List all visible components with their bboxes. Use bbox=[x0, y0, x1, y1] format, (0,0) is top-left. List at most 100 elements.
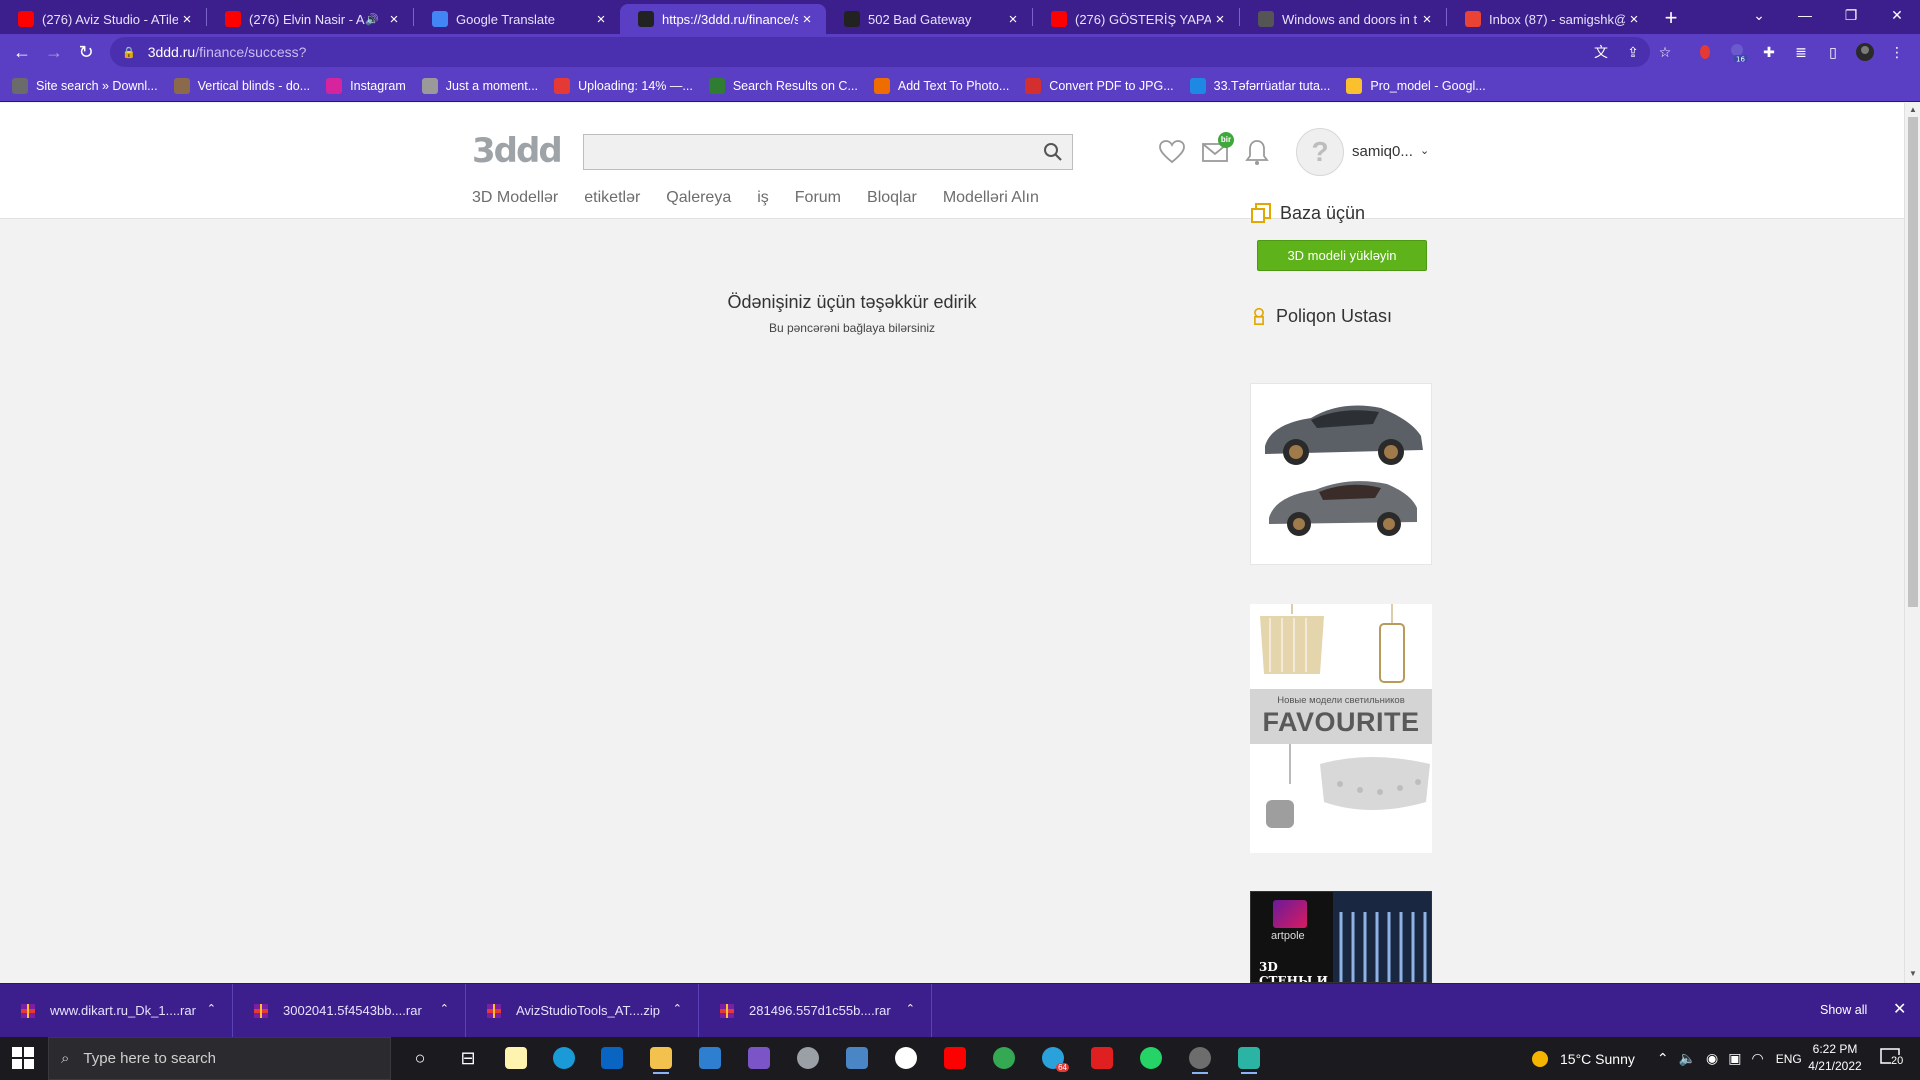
paint-icon[interactable] bbox=[792, 1042, 824, 1074]
notification-center-icon[interactable]: 20 bbox=[1880, 1047, 1906, 1069]
download-options-chevron-icon[interactable]: ⌃ bbox=[673, 1002, 682, 1015]
close-download-shelf-icon[interactable]: ✕ bbox=[1893, 999, 1906, 1019]
close-tab-icon[interactable]: × bbox=[1625, 11, 1643, 28]
chrome-profile-icon[interactable] bbox=[1184, 1042, 1216, 1074]
scroll-up-arrow-icon[interactable]: ▲ bbox=[1905, 105, 1920, 114]
visual-studio-icon[interactable] bbox=[743, 1042, 775, 1074]
tray-device-icon[interactable]: ▣ bbox=[1728, 1050, 1741, 1067]
browser-tab[interactable]: (276) Elvin Nasir - Ata 🔊 × bbox=[207, 4, 413, 34]
ad-favourite-banner[interactable]: Новые модели светильников FAVOURITE bbox=[1250, 604, 1432, 853]
address-bar[interactable]: 🔒 3ddd.ru/finance/success? bbox=[110, 37, 1650, 67]
tray-app-icon[interactable]: ◉ bbox=[1706, 1050, 1718, 1067]
close-tab-icon[interactable]: × bbox=[1004, 11, 1022, 28]
nav-link[interactable]: etiketlər bbox=[584, 189, 640, 207]
bookmark-item[interactable]: Just a moment... bbox=[421, 77, 538, 94]
close-tab-icon[interactable]: × bbox=[798, 11, 816, 28]
sticky-notes-icon[interactable] bbox=[500, 1042, 532, 1074]
forward-button[interactable]: → bbox=[38, 36, 70, 68]
site-logo[interactable]: 3ddd bbox=[472, 131, 563, 171]
maps-icon[interactable] bbox=[890, 1042, 922, 1074]
chevron-down-icon[interactable]: ⌄ bbox=[1420, 144, 1429, 157]
bookmark-item[interactable]: Add Text To Photo... bbox=[873, 77, 1009, 94]
extension-badge-icon[interactable]: 16 bbox=[1726, 41, 1748, 63]
username-label[interactable]: samiq0... bbox=[1352, 143, 1413, 160]
close-window-button[interactable]: ✕ bbox=[1874, 0, 1920, 30]
bookmark-item[interactable]: Convert PDF to JPG... bbox=[1025, 77, 1174, 94]
download-item[interactable]: 281496.557d1c55b....rar ⌃ bbox=[699, 983, 932, 1038]
telegram-icon[interactable]: 64 bbox=[1037, 1042, 1069, 1074]
close-tab-icon[interactable]: × bbox=[385, 11, 403, 28]
chrome-icon[interactable] bbox=[988, 1042, 1020, 1074]
nav-link[interactable]: Bloqlar bbox=[867, 189, 917, 207]
site-search-input[interactable] bbox=[584, 135, 1024, 169]
browser-tab[interactable]: https://3ddd.ru/finance/su × bbox=[620, 4, 826, 34]
download-item[interactable]: 3002041.5f4543bb....rar ⌃ bbox=[233, 983, 466, 1038]
show-all-downloads-link[interactable]: Show all bbox=[1820, 1003, 1867, 1017]
whatsapp-icon[interactable] bbox=[1135, 1042, 1167, 1074]
extension-red-icon[interactable] bbox=[1694, 41, 1716, 63]
nav-link[interactable]: 3D Modellər bbox=[472, 189, 558, 207]
restore-button[interactable]: ❐ bbox=[1828, 0, 1874, 30]
calculator-icon[interactable] bbox=[841, 1042, 873, 1074]
reload-button[interactable]: ↻ bbox=[70, 36, 102, 68]
reading-list-icon[interactable]: ≣ bbox=[1790, 41, 1812, 63]
notifications-bell-icon[interactable] bbox=[1242, 137, 1272, 167]
autocad-icon[interactable] bbox=[1086, 1042, 1118, 1074]
bookmark-item[interactable]: Instagram bbox=[326, 77, 406, 94]
scroll-down-arrow-icon[interactable]: ▼ bbox=[1905, 969, 1920, 978]
weather-text[interactable]: 15°C Sunny bbox=[1560, 1051, 1635, 1067]
favorites-heart-icon[interactable] bbox=[1157, 137, 1187, 167]
tray-chevron-up-icon[interactable]: ⌃ bbox=[1657, 1050, 1669, 1067]
bookmark-item[interactable]: Uploading: 14% —... bbox=[554, 77, 693, 94]
3ds-max-icon[interactable] bbox=[1233, 1042, 1265, 1074]
widgets-icon[interactable]: ⊟ bbox=[452, 1042, 484, 1074]
download-options-chevron-icon[interactable]: ⌃ bbox=[906, 1002, 915, 1015]
task-view-icon[interactable]: ○ bbox=[404, 1042, 436, 1074]
nav-link[interactable]: iş bbox=[757, 189, 769, 207]
browser-tab[interactable]: Inbox (87) - samigshk@co× bbox=[1447, 4, 1653, 34]
ad-artpole-banner[interactable]: artpole 3D СТЕНЫ И bbox=[1250, 891, 1432, 983]
minimize-button[interactable]: — bbox=[1782, 0, 1828, 30]
bookmark-star-icon[interactable]: ☆ bbox=[1654, 41, 1676, 63]
edge-browser-icon[interactable] bbox=[548, 1042, 580, 1074]
youtube-icon[interactable] bbox=[939, 1042, 971, 1074]
browser-tab[interactable]: Google Translate × bbox=[414, 4, 620, 34]
mail-icon[interactable] bbox=[596, 1042, 628, 1074]
nav-link[interactable]: Forum bbox=[795, 189, 841, 207]
close-tab-icon[interactable]: × bbox=[1211, 11, 1229, 28]
profile-avatar-icon[interactable] bbox=[1854, 41, 1876, 63]
share-icon[interactable]: ⇪ bbox=[1622, 41, 1644, 63]
nav-link[interactable]: Modelləri Alın bbox=[943, 189, 1039, 207]
browser-tab[interactable]: Windows and doors in the × bbox=[1240, 4, 1446, 34]
search-icon[interactable] bbox=[1042, 141, 1064, 163]
taskbar-clock[interactable]: 6:22 PM 4/21/2022 bbox=[1797, 1041, 1873, 1075]
chrome-menu-icon[interactable]: ⋮ bbox=[1886, 41, 1908, 63]
new-tab-button[interactable]: + bbox=[1653, 4, 1689, 34]
microsoft-store-icon[interactable] bbox=[694, 1042, 726, 1074]
volume-icon[interactable]: 🔈 bbox=[1679, 1050, 1696, 1067]
side-panel-icon[interactable]: ▯ bbox=[1822, 41, 1844, 63]
download-options-chevron-icon[interactable]: ⌃ bbox=[440, 1002, 449, 1015]
scrollbar-thumb[interactable] bbox=[1908, 117, 1918, 607]
wifi-icon[interactable]: ◠ bbox=[1752, 1050, 1764, 1067]
close-tab-icon[interactable]: × bbox=[592, 11, 610, 28]
bookmark-item[interactable]: Search Results on C... bbox=[708, 77, 858, 94]
file-explorer-icon[interactable] bbox=[645, 1042, 677, 1074]
bookmark-item[interactable]: Site search » Downl... bbox=[12, 77, 158, 94]
windows-start-icon[interactable] bbox=[12, 1047, 34, 1069]
translate-icon[interactable]: 文 bbox=[1590, 41, 1612, 63]
extensions-puzzle-icon[interactable]: ✚ bbox=[1758, 41, 1780, 63]
taskbar-search[interactable]: ⌕ Type here to search bbox=[48, 1037, 391, 1080]
page-scrollbar[interactable]: ▲ ▼ bbox=[1904, 103, 1920, 983]
bookmark-item[interactable]: Vertical blinds - do... bbox=[173, 77, 310, 94]
download-item[interactable]: AvizStudioTools_AT....zip ⌃ bbox=[466, 983, 699, 1038]
back-button[interactable]: ← bbox=[6, 36, 38, 68]
close-tab-icon[interactable]: × bbox=[178, 11, 196, 28]
nav-link[interactable]: Qalereya bbox=[666, 189, 731, 207]
bookmark-item[interactable]: Pro_model - Googl... bbox=[1346, 77, 1486, 94]
browser-tab[interactable]: 502 Bad Gateway × bbox=[826, 4, 1032, 34]
browser-tab[interactable]: (276) GÖSTERİŞ YAPARKEN× bbox=[1033, 4, 1239, 34]
download-options-chevron-icon[interactable]: ⌃ bbox=[207, 1002, 216, 1015]
close-tab-icon[interactable]: × bbox=[1418, 11, 1436, 28]
upload-3d-model-button[interactable]: 3D modeli yükləyin bbox=[1257, 240, 1427, 271]
